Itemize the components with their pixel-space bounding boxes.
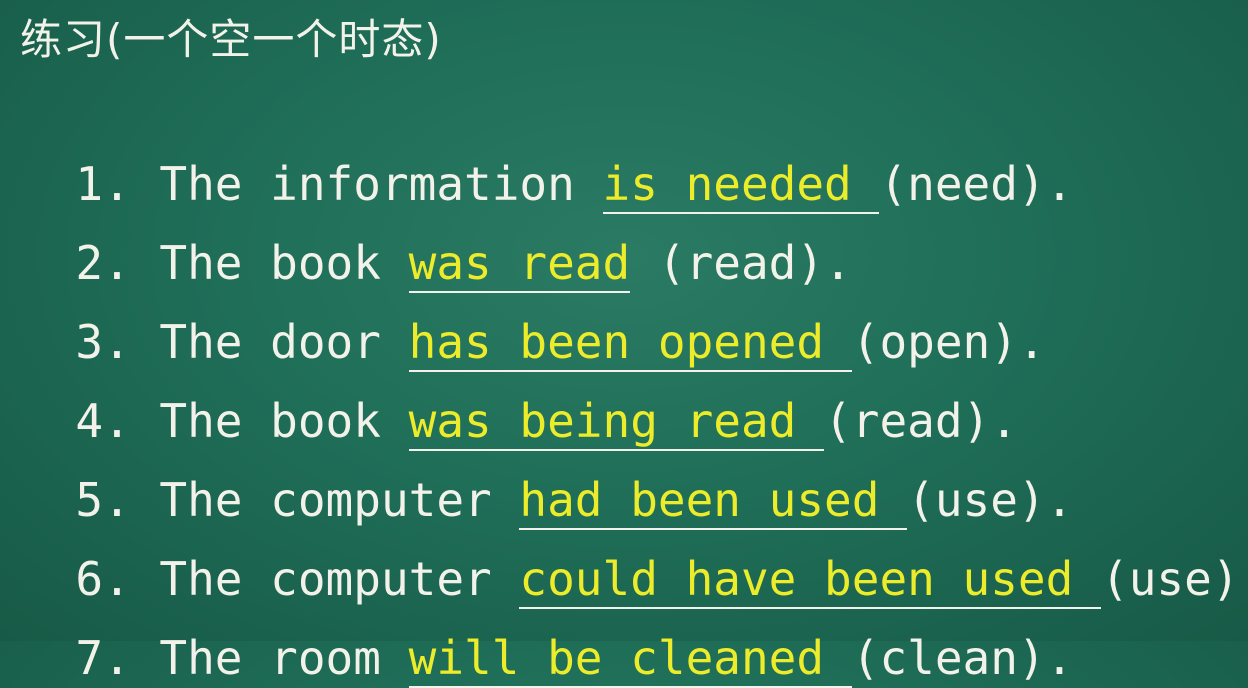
verb-hint: (clean). — [851, 631, 1074, 685]
line-number: 7. — [75, 631, 131, 685]
sentence-lead: The room — [159, 631, 409, 685]
answer-blank: will be cleaned — [408, 631, 852, 688]
exercise-line-7: 7. The room will be cleaned (clean). — [20, 568, 1073, 688]
verb-hint: (use). — [1101, 552, 1248, 606]
verb-hint: (need). — [879, 157, 1074, 211]
exercise-title: 练习(一个空一个时态) — [20, 15, 442, 64]
